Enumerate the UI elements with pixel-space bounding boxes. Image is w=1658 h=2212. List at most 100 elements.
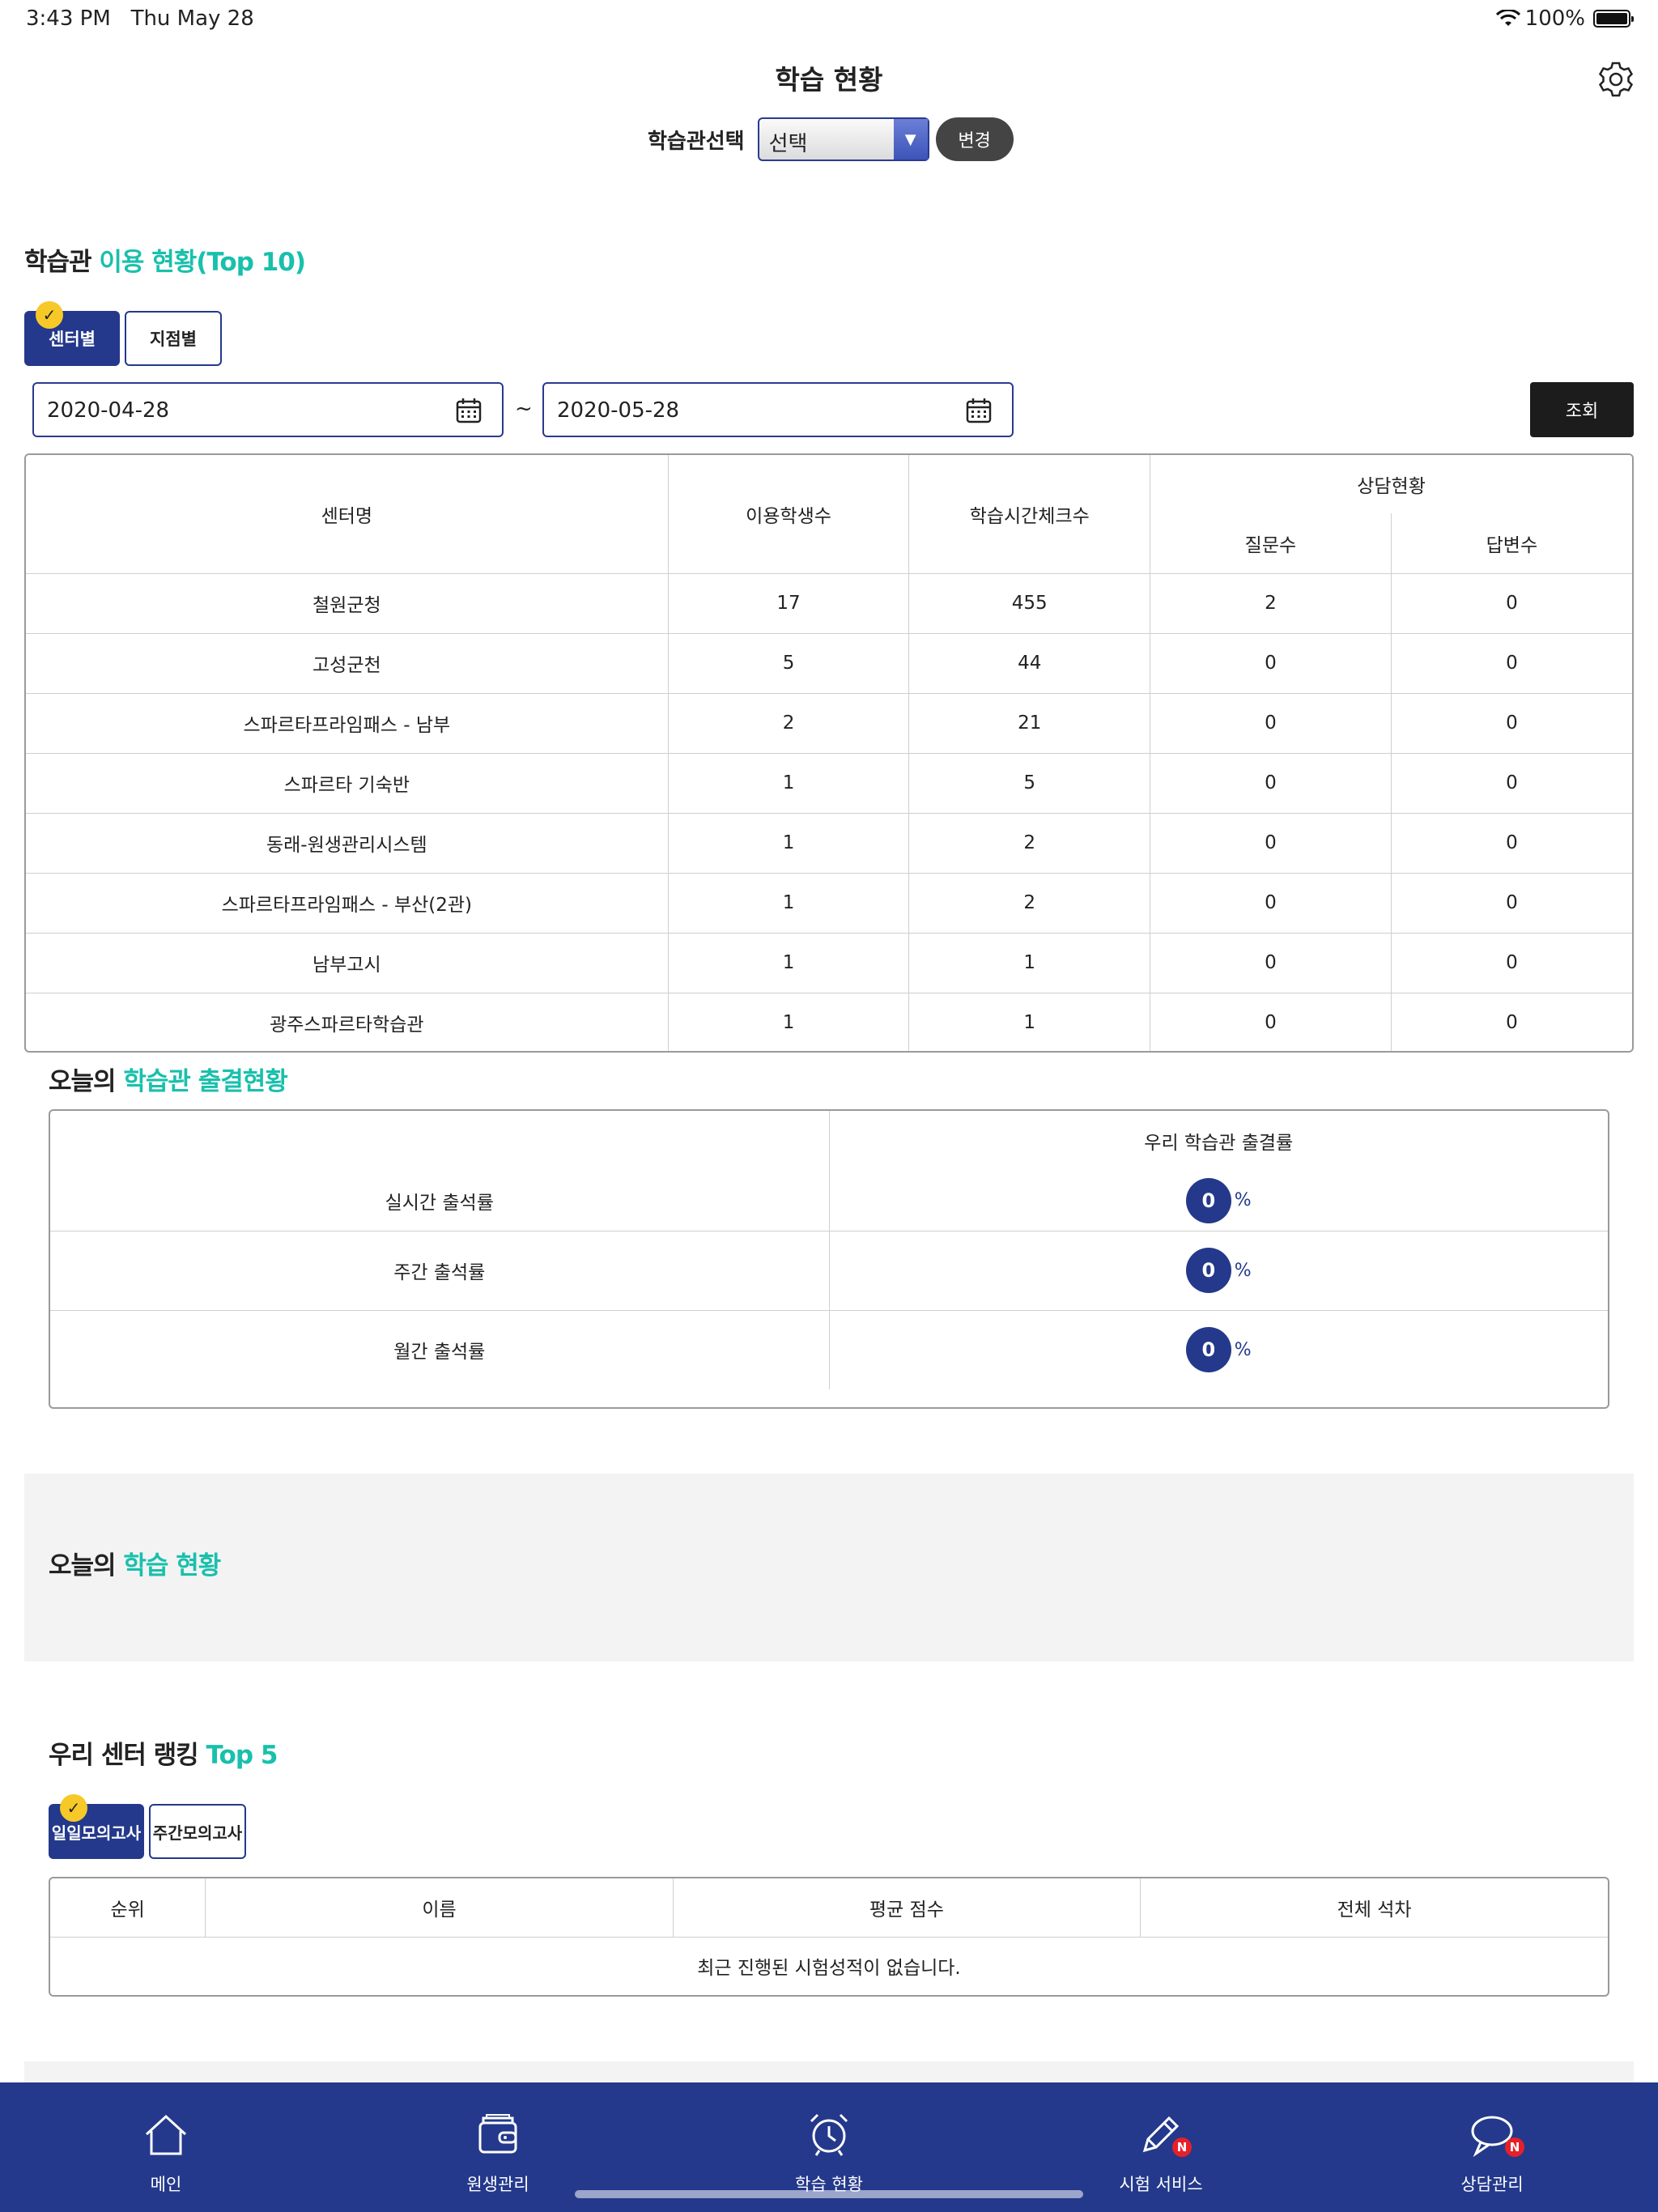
alarm-clock-icon [810,2113,848,2156]
rate-unit: % [1234,1260,1252,1281]
attendance-rate-value: 0% [1185,1248,1252,1293]
cell-name: 동래-원생관리시스템 [26,812,669,874]
new-badge: N [1172,2138,1192,2157]
nav-item-consultation[interactable]: N 상담관리 [1371,2082,1613,2212]
cell-answers: 0 [1390,872,1632,934]
calendar-icon[interactable] [455,397,483,424]
cell-questions: 0 [1150,632,1392,694]
cell-questions: 0 [1150,872,1392,934]
status-right: 100% [1495,6,1634,31]
bottom-navigation: 메인 원생관리 학습 현황 N 시험 서비스 N 상담관리 [0,2082,1658,2212]
cell-students: 17 [667,573,910,634]
header-rank: 순위 [50,1878,206,1938]
cell-name: 스파르타프라임패스 - 남부 [26,692,669,754]
table-row: 스파르타프라임패스 - 부산(2관) 1 2 0 0 [26,872,1632,934]
attendance-empty-header [50,1111,830,1171]
cell-checks: 2 [908,812,1151,874]
tab-by-branch[interactable]: 지점별 [125,311,222,366]
header-questions: 질문수 [1150,513,1392,574]
study-section-title: 오늘의 학습 현황 [49,1551,221,1580]
attendance-table: 우리 학습관 출결률 실시간 출석률 0% 주간 출석률 0% 월간 출석률 0% [49,1109,1609,1409]
cell-questions: 0 [1150,812,1392,874]
date-range-separator: ~ [515,397,533,421]
center-select-value: 선택 [768,132,808,156]
attendance-rate: 0% [828,1309,1608,1389]
cell-answers: 0 [1390,992,1632,1051]
cell-name: 남부고시 [26,932,669,993]
cell-checks: 5 [908,752,1151,814]
cell-answers: 0 [1390,812,1632,874]
search-button[interactable]: 조회 [1530,382,1634,437]
cell-answers: 0 [1390,573,1632,634]
ranking-empty-message: 최근 진행된 시험성적이 없습니다. [50,1936,1608,1995]
attendance-rate: 0% [828,1230,1608,1311]
home-indicator [575,2190,1083,2198]
usage-section-title: 학습관 이용 현황(Top 10) [24,248,306,277]
wifi-icon [1495,10,1520,26]
attendance-label: 월간 출석률 [50,1309,830,1389]
cell-questions: 0 [1150,752,1392,814]
header-consult: 상담현황 [1150,455,1632,513]
cell-questions: 0 [1150,692,1392,754]
check-icon: ✓ [36,301,63,329]
wallet-icon [478,2114,517,2154]
cell-name: 철원군청 [26,573,669,634]
cell-name: 스파르타 기숙반 [26,752,669,814]
tab-daily-exam[interactable]: ✓ 일일모의고사 [49,1794,144,1859]
rate-circle: 0 [1185,1248,1231,1293]
cell-checks: 2 [908,872,1151,934]
battery-icon [1593,10,1634,28]
page-title: 학습 현황 [775,64,883,96]
tab-weekly-exam[interactable]: 주간모의고사 [149,1804,246,1859]
attendance-column-header: 우리 학습관 출결률 [828,1111,1608,1171]
change-button[interactable]: 변경 [935,117,1014,161]
rate-circle: 0 [1185,1177,1231,1223]
table-row: 주간 출석률 0% [50,1230,1608,1311]
cell-students: 1 [667,932,910,993]
attendance-rate-value: 0% [1185,1327,1252,1373]
ranking-table: 순위 이름 평균 점수 전체 석차 최근 진행된 시험성적이 없습니다. [49,1877,1609,1997]
table-row: 고성군천 5 44 0 0 [26,632,1632,694]
attendance-label: 실시간 출석률 [50,1171,830,1231]
calendar-icon[interactable] [965,397,993,424]
table-row: 월간 출석률 0% [50,1309,1608,1389]
center-select[interactable]: 선택 ▼ [757,117,929,161]
usage-table: 센터명 이용학생수 학습시간체크수 상담현황 질문수 답변수 철원군청 17 455… [24,453,1634,1053]
cell-checks: 1 [908,932,1151,993]
header-name: 이름 [205,1878,674,1938]
battery-percent: 100% [1524,6,1585,31]
cell-name: 광주스파르타학습관 [26,992,669,1051]
table-row: 동래-원생관리시스템 1 2 0 0 [26,812,1632,874]
attendance-rate: 0% [828,1171,1608,1231]
status-time: 3:43 PM Thu May 28 [26,6,254,31]
attendance-rate-value: 0% [1185,1177,1252,1223]
cell-name: 스파르타프라임패스 - 부산(2관) [26,872,669,934]
header-average-score: 평균 점수 [672,1878,1141,1938]
cell-answers: 0 [1390,932,1632,993]
attendance-section-title: 오늘의 학습관 출결현황 [49,1067,288,1096]
date-from-input[interactable]: 2020-04-28 [32,382,504,437]
cell-checks: 455 [908,573,1151,634]
cell-students: 2 [667,692,910,754]
status-bar: 3:43 PM Thu May 28 100% [0,0,1658,39]
cell-questions: 2 [1150,573,1392,634]
date-to-input[interactable]: 2020-05-28 [542,382,1014,437]
rate-unit: % [1234,1190,1252,1211]
table-row: 실시간 출석률 0% [50,1171,1608,1231]
header-center-name: 센터명 [26,455,669,574]
check-icon: ✓ [60,1794,87,1822]
tab-by-center[interactable]: ✓ 센터별 [24,301,120,366]
center-selector-row: 학습관선택 선택 ▼ 변경 [648,117,1014,162]
gear-icon[interactable] [1596,60,1635,99]
dropdown-arrow-icon: ▼ [893,119,928,160]
header-students: 이용학생수 [667,455,910,574]
cell-questions: 0 [1150,932,1392,993]
header-checks: 학습시간체크수 [908,455,1151,574]
ranking-section-title: 우리 센터 랭킹 Top 5 [49,1741,278,1770]
header-overall-rank: 전체 석차 [1140,1878,1608,1938]
cell-checks: 1 [908,992,1151,1051]
nav-item-main[interactable]: 메인 [45,2082,287,2212]
rate-circle: 0 [1185,1327,1231,1373]
table-row: 철원군청 17 455 2 0 [26,573,1632,634]
cell-questions: 0 [1150,992,1392,1051]
